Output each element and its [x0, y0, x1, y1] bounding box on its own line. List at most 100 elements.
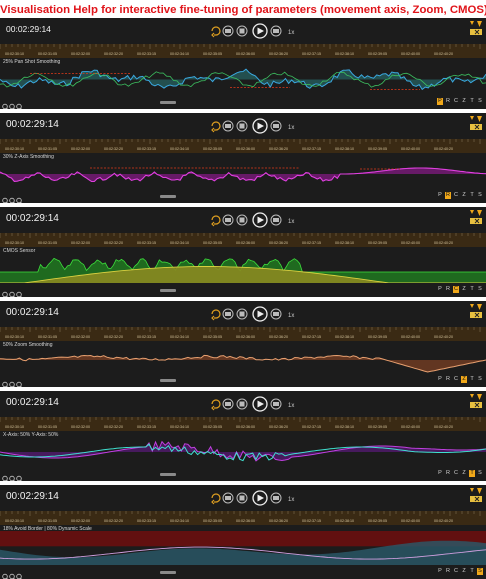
loop-icon[interactable] — [211, 309, 221, 321]
mode-button-p[interactable]: P — [437, 192, 443, 199]
play-button[interactable] — [252, 306, 268, 322]
mode-button-r[interactable]: R — [445, 376, 451, 383]
previous-frame-button[interactable] — [222, 398, 234, 410]
zoom-in-icon[interactable] — [2, 197, 8, 203]
scissors-icon[interactable] — [470, 402, 482, 408]
playback-speed[interactable]: 1x — [288, 30, 294, 36]
mode-button-c[interactable]: C — [453, 192, 459, 199]
stop-button[interactable] — [236, 25, 248, 37]
scroll-handle[interactable] — [160, 195, 176, 198]
previous-frame-button[interactable] — [222, 120, 234, 132]
mode-button-t[interactable]: T — [469, 470, 475, 477]
marker-icon[interactable] — [477, 21, 482, 27]
stop-button[interactable] — [236, 492, 248, 504]
marker-icon[interactable] — [477, 210, 482, 216]
loop-icon[interactable] — [211, 493, 221, 505]
curve-graph[interactable] — [0, 347, 486, 373]
mode-button-s[interactable]: S — [477, 286, 483, 293]
playback-speed[interactable]: 1x — [288, 313, 294, 319]
mode-button-p[interactable]: P — [437, 98, 443, 105]
curve-graph[interactable] — [0, 253, 486, 283]
zoom-out-icon[interactable] — [16, 381, 22, 387]
loop-icon[interactable] — [211, 26, 221, 38]
previous-frame-button[interactable] — [222, 308, 234, 320]
stop-button[interactable] — [236, 120, 248, 132]
scroll-handle[interactable] — [160, 289, 176, 292]
next-frame-button[interactable] — [270, 120, 282, 132]
stop-button[interactable] — [236, 398, 248, 410]
next-frame-button[interactable] — [270, 25, 282, 37]
curve-graph[interactable] — [0, 159, 486, 189]
zoom-in-icon[interactable] — [2, 103, 8, 109]
mode-button-r[interactable]: R — [445, 568, 451, 575]
mode-button-t[interactable]: T — [469, 98, 475, 105]
mode-button-p[interactable]: P — [437, 376, 443, 383]
mode-button-p[interactable]: P — [437, 568, 443, 575]
mode-button-r[interactable]: R — [445, 98, 451, 105]
mode-button-z[interactable]: Z — [461, 98, 467, 105]
timeline-ruler[interactable]: 00:02:30:10 00:02:31:05 00:02:32:00 00:02:3… — [0, 139, 486, 153]
mode-button-r[interactable]: R — [445, 286, 451, 293]
curve-graph[interactable] — [0, 531, 486, 565]
timeline-ruler[interactable]: 00:02:30:10 00:02:31:05 00:02:32:00 00:02:3… — [0, 44, 486, 58]
zoom-out-icon[interactable] — [16, 103, 22, 109]
mode-button-z[interactable]: Z — [461, 286, 467, 293]
mode-button-z[interactable]: Z — [461, 192, 467, 199]
mode-button-s[interactable]: S — [477, 376, 483, 383]
loop-icon[interactable] — [211, 399, 221, 411]
scissors-icon[interactable] — [470, 496, 482, 502]
curve-graph[interactable] — [0, 437, 486, 467]
mode-button-t[interactable]: T — [469, 568, 475, 575]
mode-button-r[interactable]: R — [445, 192, 451, 199]
marker-icon[interactable] — [477, 116, 482, 122]
timeline-ruler[interactable]: 00:02:30:10 00:02:31:05 00:02:32:00 00:02:3… — [0, 417, 486, 431]
scissors-icon[interactable] — [470, 124, 482, 130]
mode-button-r[interactable]: R — [445, 470, 451, 477]
loop-icon[interactable] — [211, 215, 221, 227]
mode-button-c[interactable]: C — [453, 376, 459, 383]
scissors-icon[interactable] — [470, 218, 482, 224]
zoom-in-icon[interactable] — [2, 573, 8, 579]
zoom-out-icon[interactable] — [16, 475, 22, 481]
marker-icon[interactable] — [477, 394, 482, 400]
stop-button[interactable] — [236, 214, 248, 226]
timeline-ruler[interactable]: 00:02:30:10 00:02:31:05 00:02:32:00 00:02:3… — [0, 233, 486, 247]
scroll-handle[interactable] — [160, 473, 176, 476]
zoom-fit-icon[interactable] — [9, 197, 15, 203]
mode-button-c[interactable]: C — [453, 286, 459, 293]
next-frame-button[interactable] — [270, 492, 282, 504]
next-frame-button[interactable] — [270, 398, 282, 410]
zoom-fit-icon[interactable] — [9, 103, 15, 109]
marker-icon[interactable] — [470, 116, 474, 120]
next-frame-button[interactable] — [270, 308, 282, 320]
scroll-handle[interactable] — [160, 379, 176, 382]
zoom-in-icon[interactable] — [2, 475, 8, 481]
mode-button-s[interactable]: S — [477, 568, 483, 575]
previous-frame-button[interactable] — [222, 492, 234, 504]
loop-icon[interactable] — [211, 121, 221, 133]
playback-speed[interactable]: 1x — [288, 497, 294, 503]
mode-button-z[interactable]: Z — [461, 470, 467, 477]
mode-button-s[interactable]: S — [477, 192, 483, 199]
marker-icon[interactable] — [470, 488, 474, 492]
scissors-icon[interactable] — [470, 312, 482, 318]
zoom-out-icon[interactable] — [16, 573, 22, 579]
zoom-in-icon[interactable] — [2, 291, 8, 297]
stop-button[interactable] — [236, 308, 248, 320]
next-frame-button[interactable] — [270, 214, 282, 226]
mode-button-t[interactable]: T — [469, 286, 475, 293]
previous-frame-button[interactable] — [222, 214, 234, 226]
mode-button-z[interactable]: Z — [461, 376, 467, 383]
play-button[interactable] — [252, 23, 268, 39]
marker-icon[interactable] — [477, 488, 482, 494]
marker-icon[interactable] — [470, 394, 474, 398]
playback-speed[interactable]: 1x — [288, 403, 294, 409]
scroll-handle[interactable] — [160, 101, 176, 104]
curve-graph[interactable] — [0, 64, 486, 95]
scroll-handle[interactable] — [160, 571, 176, 574]
mode-button-s[interactable]: S — [477, 470, 483, 477]
scissors-icon[interactable] — [470, 29, 482, 35]
marker-icon[interactable] — [470, 210, 474, 214]
zoom-fit-icon[interactable] — [9, 381, 15, 387]
mode-button-z[interactable]: Z — [461, 568, 467, 575]
